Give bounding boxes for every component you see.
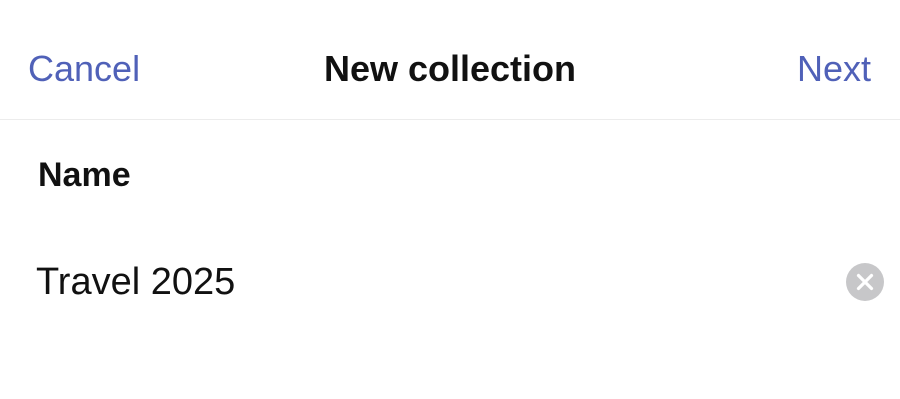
clear-button[interactable] <box>846 263 884 301</box>
page-title: New collection <box>323 48 577 89</box>
clear-x-icon <box>856 273 874 291</box>
name-field <box>0 250 900 316</box>
navigation-bar: Cancel New collection Next <box>0 0 900 120</box>
next-button[interactable]: Next <box>797 47 871 91</box>
new-collection-screen: Cancel New collection Next Name <box>0 0 900 399</box>
name-label: Name <box>38 156 131 194</box>
name-input[interactable] <box>36 258 816 306</box>
